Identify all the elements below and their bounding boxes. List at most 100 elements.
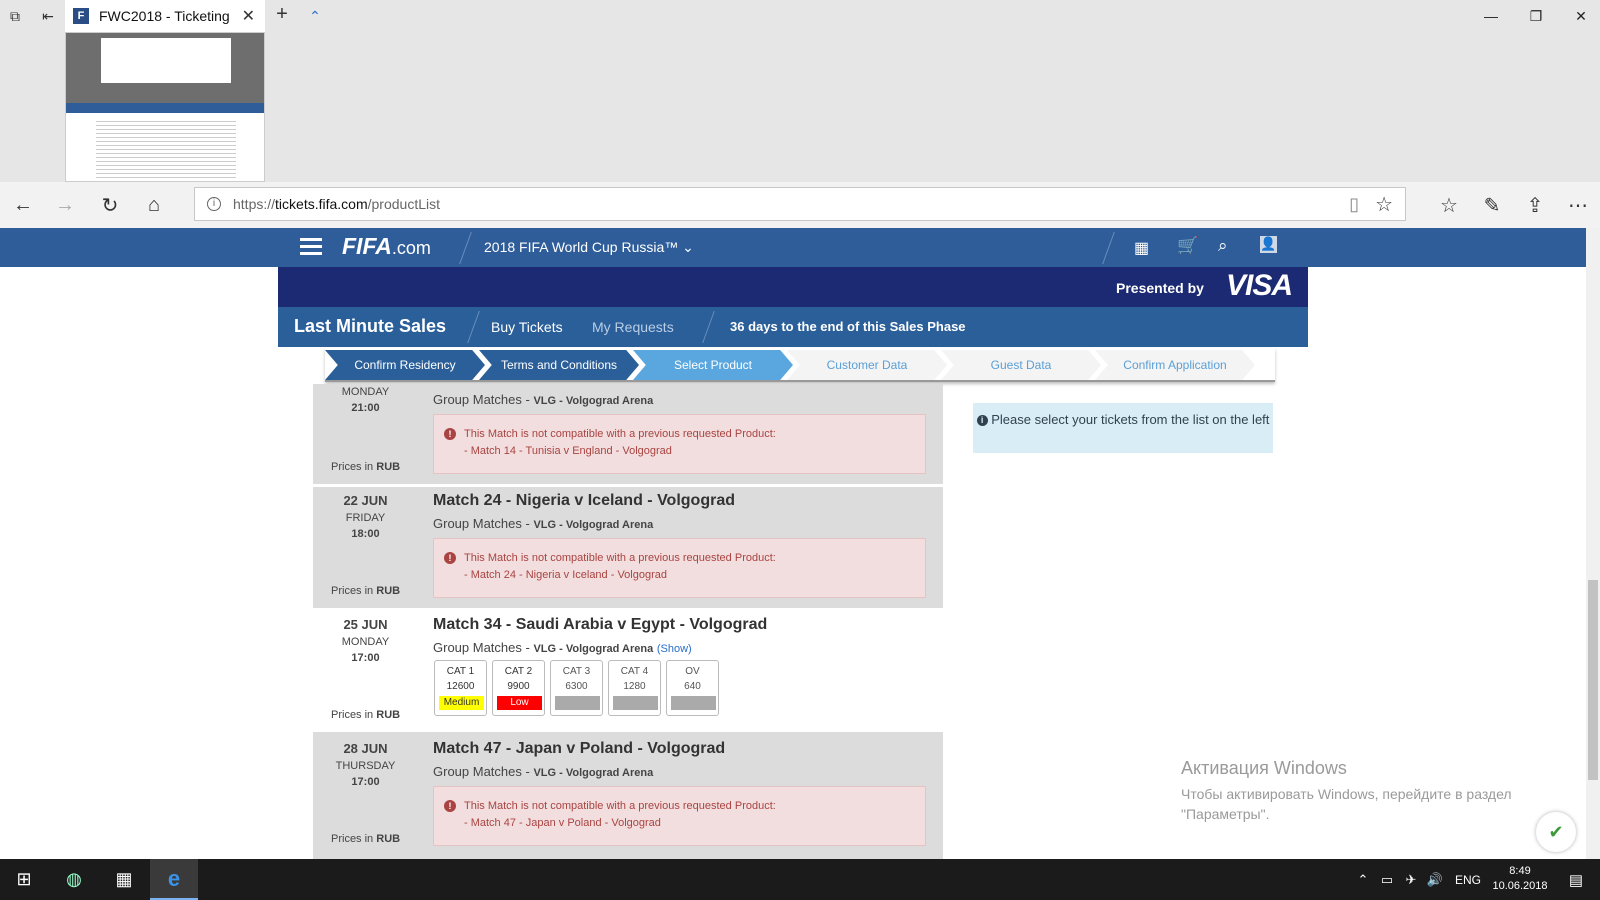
clock[interactable]: 8:49 10.06.2018 — [1490, 864, 1550, 894]
availability-medium: Medium — [439, 696, 484, 710]
availability-none — [555, 696, 600, 710]
step-confirm-residency[interactable]: Confirm Residency — [325, 350, 485, 380]
favorite-star-icon[interactable]: ☆ — [1375, 192, 1393, 217]
start-windows-icon[interactable]: ⊞ — [0, 859, 48, 900]
chevron-down-icon: ⌄ — [682, 239, 694, 255]
availability-none — [671, 696, 716, 710]
fifa-header: FIFA.com 2018 FIFA World Cup Russia™ ⌄ ▦… — [0, 228, 1586, 267]
match-date: 22 JUN FRIDAY 18:00 — [343, 493, 388, 540]
info-icon: i — [976, 415, 988, 427]
forward-arrow-icon[interactable]: → — [50, 190, 80, 220]
step-select-product[interactable]: Select Product — [633, 350, 793, 380]
my-requests-link[interactable]: My Requests — [592, 319, 674, 335]
tournament-selector[interactable]: 2018 FIFA World Cup Russia™ ⌄ — [484, 239, 694, 256]
url-scheme: https:// — [233, 196, 276, 212]
availability-none — [613, 696, 658, 710]
step-confirm-application: Confirm Application — [1095, 350, 1255, 380]
match-card: 28 JUN THURSDAY 17:00 Match 47 - Japan v… — [313, 735, 943, 859]
new-tab-button[interactable]: + — [272, 3, 292, 25]
restore-icon[interactable]: ❐ — [1513, 4, 1559, 28]
sales-title: Last Minute Sales — [294, 316, 447, 336]
volume-icon[interactable]: 🔊 — [1424, 859, 1446, 900]
exclamation-icon: ! — [444, 428, 456, 440]
match-date: MONDAY 21:00 — [341, 386, 390, 414]
sales-navigation: Last Minute Sales Buy Tickets My Request… — [278, 307, 1308, 347]
category-ov[interactable]: OV 640 — [666, 660, 719, 716]
match-date: 25 JUN MONDAY 17:00 — [341, 617, 390, 664]
presented-by-bar: Presented by VISA — [278, 267, 1308, 307]
notifications-icon[interactable]: ▤ — [1556, 859, 1596, 900]
refresh-icon[interactable]: ↻ — [95, 190, 125, 220]
windows-activation-text: Чтобы активировать Windows, перейдите в … — [1181, 786, 1512, 822]
exclamation-icon: ! — [444, 552, 456, 564]
step-guest-data: Guest Data — [941, 350, 1101, 380]
user-account-icon[interactable]: 👤 — [1260, 236, 1277, 253]
reading-view-icon[interactable]: ▯ — [1349, 194, 1359, 215]
calendar-icon[interactable]: ▦ — [1134, 238, 1149, 258]
window-close-icon[interactable]: ✕ — [1558, 4, 1600, 28]
edge-browser-icon[interactable]: e — [150, 859, 198, 900]
show-venue-link[interactable]: (Show) — [657, 643, 692, 655]
minimize-icon[interactable]: — — [1468, 4, 1514, 28]
search-icon[interactable]: ⌕ — [1218, 236, 1228, 256]
prices-currency: Prices in RUB — [331, 461, 401, 473]
hamburger-menu-icon[interactable] — [300, 238, 322, 256]
language-indicator[interactable]: ENG — [1450, 859, 1486, 900]
app-globe-icon[interactable]: ◍ — [50, 859, 98, 900]
share-icon[interactable]: ⇪ — [1520, 190, 1550, 220]
fifa-logo[interactable]: FIFA.com — [342, 233, 431, 260]
web-note-pen-icon[interactable]: ✎ — [1477, 190, 1507, 220]
checkout-steps: Confirm Residency Terms and Conditions S… — [325, 348, 1275, 382]
selection-info-text: Please select your tickets from the list… — [991, 412, 1270, 427]
match-date: 28 JUN THURSDAY 17:00 — [335, 741, 396, 788]
windows-taskbar: ⊞ ◍ ▦ e ⌃ ▭ ✈ 🔊 ENG 8:49 10.06.2018 ▤ — [0, 859, 1600, 900]
address-bar[interactable]: i https://tickets.fifa.com/productList ▯… — [194, 187, 1406, 221]
back-arrow-icon[interactable]: ← — [8, 190, 38, 220]
network-icon[interactable]: ✈ — [1400, 859, 1422, 900]
step-terms-and-conditions[interactable]: Terms and Conditions — [479, 350, 639, 380]
tab-preview-chevron-icon[interactable]: ⌃ — [305, 6, 325, 26]
incompatible-warning: ! This Match is not compatible with a pr… — [433, 786, 926, 846]
match-title: Match 47 - Japan v Poland - Volgograd — [433, 740, 726, 757]
sales-phase-notice: 36 days to the end of this Sales Phase — [730, 319, 966, 334]
visa-logo: VISA — [1226, 269, 1293, 302]
category-cat3[interactable]: CAT 3 6300 — [550, 660, 603, 716]
battery-icon[interactable]: ▭ — [1376, 859, 1398, 900]
site-info-icon[interactable]: i — [207, 197, 221, 211]
availability-low: Low — [497, 696, 542, 710]
url-path: /productList — [367, 196, 440, 212]
tab-actions-icon[interactable]: ⧉ — [5, 6, 25, 26]
incompatible-warning: ! This Match is not compatible with a pr… — [433, 414, 926, 474]
url-host: tickets.fifa.com — [275, 196, 368, 212]
match-group: Group Matches - VLG - Volgograd Arena (S… — [433, 640, 692, 655]
selection-info-box: i Please select your tickets from the li… — [973, 403, 1273, 453]
step-customer-data: Customer Data — [787, 350, 947, 380]
windows-activation-title: Активация Windows — [1181, 758, 1347, 778]
prices-currency: Prices in RUB — [331, 709, 401, 721]
match-card: 22 JUN FRIDAY 18:00 Match 24 - Nigeria v… — [313, 487, 943, 611]
tab-title: FWC2018 - Ticketing — [99, 8, 230, 24]
prices-currency: Prices in RUB — [331, 585, 401, 597]
set-aside-tabs-icon[interactable]: ⇤ — [38, 6, 58, 26]
presented-by-label: Presented by — [1116, 280, 1204, 296]
fifa-favicon-icon: F — [73, 8, 89, 24]
match-group: Group Matches - VLG - Volgograd Arena — [433, 392, 654, 407]
category-cat4[interactable]: CAT 4 1280 — [608, 660, 661, 716]
home-icon[interactable]: ⌂ — [139, 190, 169, 220]
calculator-icon[interactable]: ▦ — [100, 859, 148, 900]
cart-icon[interactable]: 🛒 — [1177, 236, 1198, 256]
incompatible-warning: ! This Match is not compatible with a pr… — [433, 538, 926, 598]
favorites-hub-icon[interactable]: ☆ — [1434, 190, 1464, 220]
tab-close-icon[interactable]: ✕ — [242, 6, 255, 26]
buy-tickets-link[interactable]: Buy Tickets — [491, 319, 563, 335]
security-shield-icon[interactable]: ✔ — [1536, 812, 1576, 852]
tray-chevron-up-icon[interactable]: ⌃ — [1352, 859, 1374, 900]
category-cat1[interactable]: CAT 1 12600 Medium — [434, 660, 487, 716]
category-cat2[interactable]: CAT 2 9900 Low — [492, 660, 545, 716]
tab-preview-thumbnail[interactable] — [65, 32, 265, 182]
scrollbar-thumb[interactable] — [1588, 580, 1598, 780]
more-menu-icon[interactable]: ⋯ — [1563, 190, 1593, 220]
match-card: MONDAY 21:00 Group Matches - VLG - Volgo… — [313, 384, 943, 487]
match-title: Match 34 - Saudi Arabia v Egypt - Volgog… — [433, 616, 768, 633]
browser-tab[interactable]: F FWC2018 - Ticketing ✕ — [65, 0, 265, 32]
